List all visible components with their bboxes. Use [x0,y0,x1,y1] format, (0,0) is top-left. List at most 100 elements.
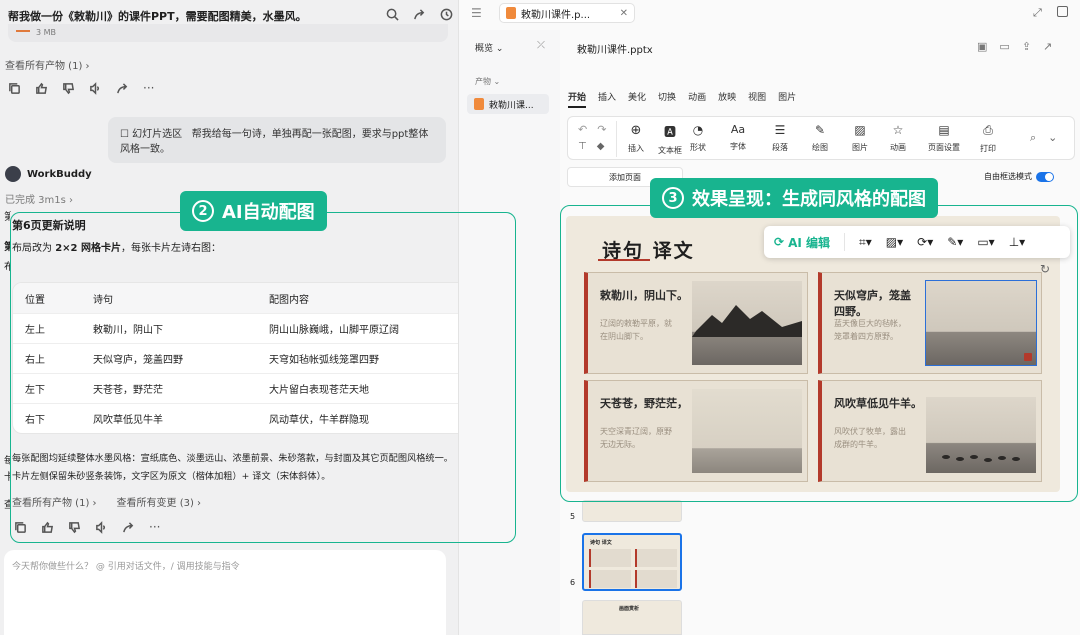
divider [616,121,617,157]
share-icon[interactable] [413,8,426,21]
tab-transition[interactable]: 切换 [658,90,676,108]
tab-slideshow[interactable]: 放映 [718,90,736,108]
tool-label: 打印 [980,144,996,153]
search-icon[interactable] [386,8,399,21]
insert-tool[interactable]: ⊕ 插入 [628,123,644,154]
close-icon[interactable]: ✕ [620,8,628,19]
font-tool[interactable]: Aa 字体 [730,123,746,152]
step-number: 3 [662,187,684,209]
history-icon[interactable] [440,8,453,21]
tab-view[interactable]: 视图 [748,90,766,108]
tab-insert[interactable]: 插入 [598,90,616,108]
products-heading[interactable]: 产物 ⌄ [475,76,500,87]
folder-icon[interactable]: ▭ [999,40,1009,53]
draw-tool[interactable]: ✎ 绘图 [812,123,828,153]
search-icon[interactable]: ⌕ [1030,131,1036,145]
expand-icon[interactable]: ⤢ [1033,6,1042,20]
draw-icon: ✎ [814,123,826,137]
paragraph-tool[interactable]: ☰ 段落 [772,123,788,153]
undo-redo: ↶ ↷ [578,123,606,136]
overview-label: 概览 [475,44,494,54]
more-icon[interactable]: ··· [143,81,154,95]
tab-file-label: 敕勒川课件.p... [521,9,591,21]
toggle-switch[interactable] [1036,171,1054,182]
pptx-file-icon [506,7,516,19]
chat-input-placeholder: 今天帮你做些什么？ @ 引用对话文件，/ 调用技能与指令 [12,562,240,572]
ai-draw-highlight [10,212,516,543]
slide-thumbnail-7[interactable]: 画面赏析 [582,600,682,635]
unpin-icon[interactable]: ⤫ [537,40,545,51]
slide-thumbnail-5[interactable] [582,500,682,522]
paragraph-icon: ☰ [774,123,786,137]
share-icon[interactable]: ↗ [1043,40,1052,53]
banner-label: 效果呈现：生成同风格的配图 [692,189,926,210]
selection-tag[interactable]: ☐ 幻灯片选区 [120,129,182,140]
file-actions: ▣ ▭ ⇪ ↗ [977,40,1052,53]
thumb-number: 5 [570,512,576,521]
thumb-card [589,549,631,567]
redo-icon[interactable]: ↷ [597,123,606,136]
page-setup-icon: ▤ [938,123,950,137]
bot-status-label: 已完成 3m1s [5,195,66,206]
tab-animation[interactable]: 动画 [688,90,706,108]
tool-label: 绘图 [812,143,828,152]
plus-circle-icon: ⊕ [630,123,642,138]
tab-file[interactable]: 敕勒川课件.p... ✕ [499,3,635,23]
animation-tool[interactable]: ☆ 动画 [890,123,906,153]
bot-avatar [5,166,21,182]
chevron-down-icon[interactable]: ⌄ [1048,131,1057,145]
chat-input[interactable]: 今天帮你做些什么？ @ 引用对话文件，/ 调用技能与指令 [4,550,446,635]
ai-draw-banner: 2 AI自动配图 [180,191,327,231]
thumb-title: 画面赏析 [619,606,640,612]
user-message: ☐ 幻灯片选区 帮我给每一句诗，单独再配一张配图，要求与ppt整体风格一致。 [108,117,446,163]
shape-tool[interactable]: ◔ 形状 [690,123,706,153]
tool-label: 形状 [690,143,706,152]
thumbs-down-icon[interactable] [62,82,75,95]
tab-picture[interactable]: 图片 [778,90,796,108]
format-tools: ⊤ ◆ [578,141,604,152]
chat-header-actions [386,8,453,21]
slide-thumbnail-6[interactable]: 诗句 译文 [582,533,682,591]
tab-beautify[interactable]: 美化 [628,90,646,108]
tool-label: 图片 [852,143,868,152]
step-number: 2 [192,200,214,222]
bot-status[interactable]: 已完成 3m1s › [5,191,73,206]
tool-label: 字体 [730,142,746,151]
ribbon-toolbar: ↶ ↷ ⊤ ◆ ⊕ 插入 🅰 文本框 ◔ 形状 Aa 字体 ☰ 段落 ✎ 绘图 ▨ 图片 ☆ 动画 … [567,116,1075,160]
picture-tool[interactable]: ▨ 图片 [852,123,868,153]
sidebar-toggle-icon[interactable]: ☰ [471,6,482,20]
picture-icon: ▨ [854,123,866,137]
tab-start[interactable]: 开始 [568,90,587,108]
textbox-icon: 🅰 [663,125,676,139]
format-painter-icon[interactable]: ⊤ [578,141,587,152]
save-icon[interactable]: ▣ [977,40,987,53]
tool-label: 动画 [890,143,906,152]
overview-dropdown[interactable]: 概览 ⌄ [475,41,503,54]
panel-icon[interactable] [1057,6,1068,17]
free-select-toggle[interactable]: 自由框选模式 [984,171,1054,182]
tool-label: 段落 [772,143,788,152]
tool-label: 插入 [628,144,644,153]
forward-icon[interactable] [116,82,129,95]
page-setup-tool[interactable]: ▤ 页面设置 [928,123,960,153]
bot-name: WorkBuddy [27,169,92,180]
eraser-icon[interactable]: ◆ [597,141,605,152]
font-icon: Aa [730,123,746,136]
thumbs-up-icon[interactable] [35,82,48,95]
textbox-tool[interactable]: 🅰 文本框 [658,123,682,156]
cloud-upload-icon[interactable]: ⇪ [1022,40,1031,53]
chat-title: 帮我做一份《敕勒川》的课件PPT，需要配图精美，水墨风。 [8,10,307,23]
file-card[interactable]: 3 MB [8,24,448,42]
speaker-icon[interactable] [89,81,102,95]
undo-icon[interactable]: ↶ [578,123,587,136]
thumb-card [589,570,631,588]
copy-icon[interactable] [8,82,21,95]
view-products-link[interactable]: 查看所有产物 (1) › [5,57,90,72]
product-item[interactable]: 敕勒川课... [467,94,549,114]
selection-tag-label: 幻灯片选区 [132,129,183,140]
thumb-title: 诗句 译文 [590,540,612,546]
thumb-number: 6 [570,578,576,587]
file-size: 3 MB [36,28,57,37]
ribbon-tabs: 开始 插入 美化 切换 动画 放映 视图 图片 [568,90,796,108]
print-tool[interactable]: ⎙ 打印 [980,123,996,154]
